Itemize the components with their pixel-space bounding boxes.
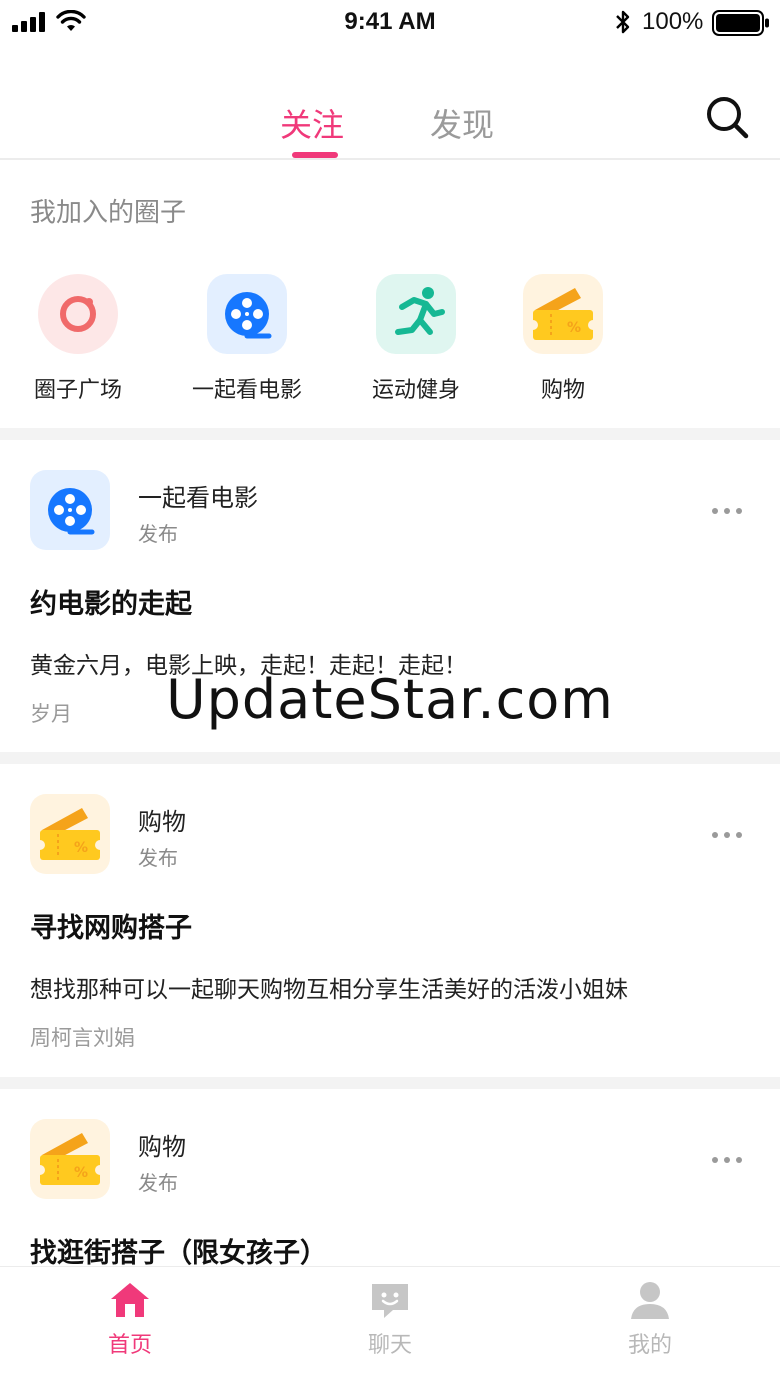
tabbar-item-chat[interactable]: 聊天 (260, 1267, 520, 1387)
tab-follow[interactable]: 关注 (280, 100, 344, 146)
tab-discover[interactable]: 发现 (430, 100, 494, 146)
post-card[interactable]: % 购物 发布 找逛街搭子（限女孩子） (0, 1089, 780, 1267)
post-title: 找逛街搭子（限女孩子） (30, 1238, 327, 1267)
section-divider (0, 1077, 780, 1089)
coupon-ticket-icon: % (523, 274, 603, 354)
circle-item-plaza[interactable]: 圈子广场 (8, 274, 148, 414)
watermark-text: UpdateStar.com (166, 668, 614, 731)
tabbar-label: 首页 (107, 1333, 152, 1358)
more-options-icon[interactable] (710, 828, 744, 842)
post-action: 发布 (138, 846, 178, 870)
status-bar: 9:41 AM 100% (0, 0, 780, 46)
search-icon[interactable] (704, 94, 750, 140)
bluetooth-icon (616, 10, 630, 34)
bottom-tab-bar: 首页 聊天 我的 (0, 1266, 780, 1387)
joined-circles-section: 我加入的圈子 圈子广场 一起看电影 运动健身 % 购物 (0, 162, 780, 428)
circle-label: 一起看电影 (191, 378, 302, 403)
post-title: 约电影的走起 (30, 589, 192, 620)
post-title: 寻找网购搭子 (30, 913, 192, 944)
post-action: 发布 (138, 522, 178, 546)
more-options-icon[interactable] (710, 504, 744, 518)
post-body: 想找那种可以一起聊天购物互相分享生活美好的活泼小姐妹 (30, 977, 628, 1003)
section-divider (0, 752, 780, 764)
coupon-ticket-icon: % (30, 794, 110, 874)
film-reel-icon (207, 274, 287, 354)
tabbar-item-home[interactable]: 首页 (0, 1267, 260, 1387)
circle-label: 购物 (540, 378, 585, 403)
battery-percent: 100% (642, 8, 704, 35)
circle-item-fitness[interactable]: 运动健身 (346, 274, 486, 414)
circle-label: 运动健身 (371, 378, 460, 403)
running-person-icon (376, 274, 456, 354)
more-options-icon[interactable] (710, 1153, 744, 1167)
film-reel-icon (30, 470, 110, 550)
circle-plaza-icon (38, 274, 118, 354)
circle-item-shopping[interactable]: % 购物 (493, 274, 633, 414)
chat-icon (372, 1284, 408, 1318)
post-author: 周柯言刘娟 (30, 1026, 135, 1050)
tabbar-item-profile[interactable]: 我的 (520, 1267, 780, 1387)
post-circle-name[interactable]: 购物 (138, 1127, 186, 1162)
home-icon (111, 1283, 149, 1317)
section-title: 我加入的圈子 (30, 198, 187, 228)
post-circle-name[interactable]: 购物 (138, 802, 186, 837)
circle-label: 圈子广场 (33, 378, 122, 403)
section-divider (0, 428, 780, 440)
coupon-ticket-icon: % (30, 1119, 110, 1199)
svg-text:%: % (74, 840, 88, 856)
profile-icon (631, 1282, 669, 1319)
svg-text:%: % (74, 1165, 88, 1181)
top-tab-header: 关注 发现 (0, 80, 780, 160)
circle-item-movies[interactable]: 一起看电影 (177, 274, 317, 414)
tabbar-label: 聊天 (367, 1333, 412, 1358)
post-card[interactable]: % 购物 发布 寻找网购搭子 想找那种可以一起聊天购物互相分享生活美好的活泼小姐… (0, 764, 780, 1078)
battery-icon (712, 10, 769, 36)
post-circle-name[interactable]: 一起看电影 (138, 478, 258, 513)
svg-text:%: % (567, 320, 581, 336)
post-action: 发布 (138, 1171, 178, 1195)
active-tab-indicator (292, 152, 338, 158)
tabbar-label: 我的 (627, 1333, 672, 1358)
